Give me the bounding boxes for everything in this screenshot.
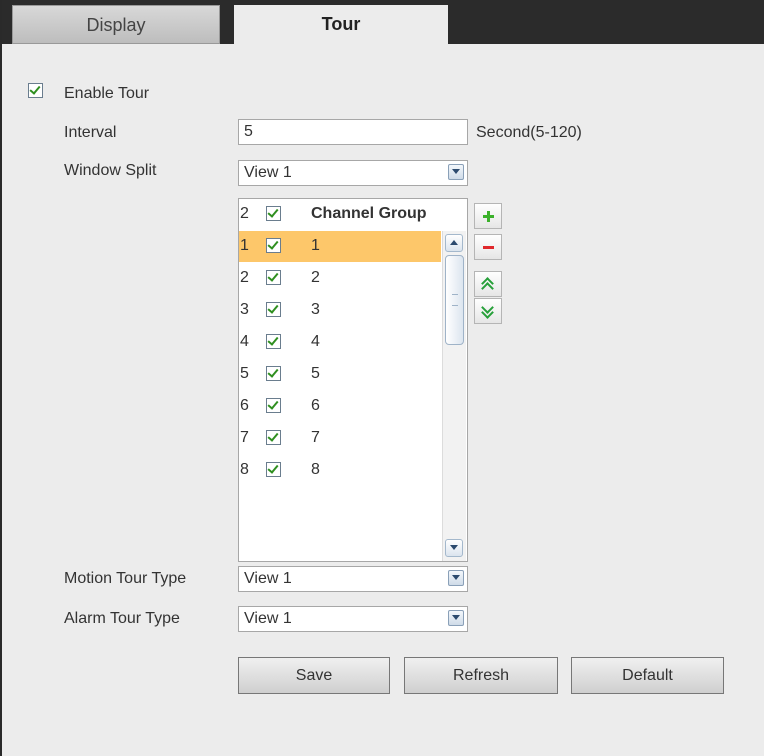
motion-tour-type-value: View 1 xyxy=(244,570,292,587)
tab-tour[interactable]: Tour xyxy=(234,5,448,45)
window-split-label: Window Split xyxy=(64,162,157,179)
list-item[interactable]: 6 6 xyxy=(239,391,441,422)
interval-label: Interval xyxy=(64,124,117,141)
list-item[interactable]: 5 5 xyxy=(239,359,441,390)
list-item[interactable]: 2 2 xyxy=(239,263,441,294)
list-item[interactable]: 3 3 xyxy=(239,295,441,326)
item-checkbox[interactable] xyxy=(266,430,281,445)
window-split-select[interactable]: View 1 xyxy=(238,160,468,186)
item-number: 3 xyxy=(240,301,249,318)
list-header: 2 Channel Group xyxy=(239,199,441,230)
list-scrollbar[interactable] xyxy=(442,231,466,561)
interval-input[interactable]: 5 xyxy=(238,119,468,145)
alarm-tour-type-label: Alarm Tour Type xyxy=(64,610,180,627)
item-number: 2 xyxy=(240,269,249,286)
alarm-tour-type-select[interactable]: View 1 xyxy=(238,606,468,632)
list-item[interactable]: 7 7 xyxy=(239,423,441,454)
item-number: 5 xyxy=(240,365,249,382)
item-name: 4 xyxy=(311,333,320,350)
channel-group-list[interactable]: 2 Channel Group 1 1 2 2 3 3 4 4 5 5 6 6 … xyxy=(238,198,468,562)
interval-value: 5 xyxy=(244,123,253,140)
header-number: 2 xyxy=(240,205,249,222)
tour-settings-panel: Display Tour Enable Tour Interval 5 Seco… xyxy=(0,0,764,756)
scroll-up-icon[interactable] xyxy=(445,234,463,252)
item-checkbox[interactable] xyxy=(266,270,281,285)
scroll-down-icon[interactable] xyxy=(445,539,463,557)
motion-tour-type-select[interactable]: View 1 xyxy=(238,566,468,592)
item-name: 5 xyxy=(311,365,320,382)
item-number: 6 xyxy=(240,397,249,414)
item-name: 2 xyxy=(311,269,320,286)
item-checkbox[interactable] xyxy=(266,238,281,253)
move-down-button[interactable] xyxy=(474,298,502,324)
enable-tour-label: Enable Tour xyxy=(64,85,150,102)
scroll-thumb[interactable] xyxy=(445,255,464,345)
interval-unit: Second(5-120) xyxy=(476,124,582,141)
save-button[interactable]: Save xyxy=(238,657,390,694)
item-checkbox[interactable] xyxy=(266,302,281,317)
item-name: 3 xyxy=(311,301,320,318)
tab-bar: Display Tour xyxy=(2,0,764,45)
item-number: 4 xyxy=(240,333,249,350)
enable-tour-checkbox[interactable] xyxy=(28,83,43,98)
chevron-down-icon[interactable] xyxy=(448,164,464,180)
item-checkbox[interactable] xyxy=(266,366,281,381)
item-name: 8 xyxy=(311,461,320,478)
chevron-down-icon[interactable] xyxy=(448,610,464,626)
alarm-tour-type-value: View 1 xyxy=(244,610,292,627)
item-name: 7 xyxy=(311,429,320,446)
item-checkbox[interactable] xyxy=(266,334,281,349)
item-checkbox[interactable] xyxy=(266,462,281,477)
list-item[interactable]: 8 8 xyxy=(239,455,441,486)
add-button[interactable] xyxy=(474,203,502,229)
motion-tour-type-label: Motion Tour Type xyxy=(64,570,187,587)
chevron-down-icon[interactable] xyxy=(448,570,464,586)
item-number: 1 xyxy=(240,237,249,254)
window-split-value: View 1 xyxy=(244,164,292,181)
move-up-button[interactable] xyxy=(474,271,502,297)
item-number: 7 xyxy=(240,429,249,446)
item-checkbox[interactable] xyxy=(266,398,281,413)
item-name: 6 xyxy=(311,397,320,414)
header-label: Channel Group xyxy=(311,205,427,222)
refresh-button[interactable]: Refresh xyxy=(404,657,558,694)
select-all-checkbox[interactable] xyxy=(266,206,281,221)
default-button[interactable]: Default xyxy=(571,657,724,694)
list-item[interactable]: 1 1 xyxy=(239,231,441,262)
list-item[interactable]: 4 4 xyxy=(239,327,441,358)
item-number: 8 xyxy=(240,461,249,478)
remove-button[interactable] xyxy=(474,234,502,260)
item-name: 1 xyxy=(311,237,320,254)
tab-display[interactable]: Display xyxy=(12,5,220,44)
